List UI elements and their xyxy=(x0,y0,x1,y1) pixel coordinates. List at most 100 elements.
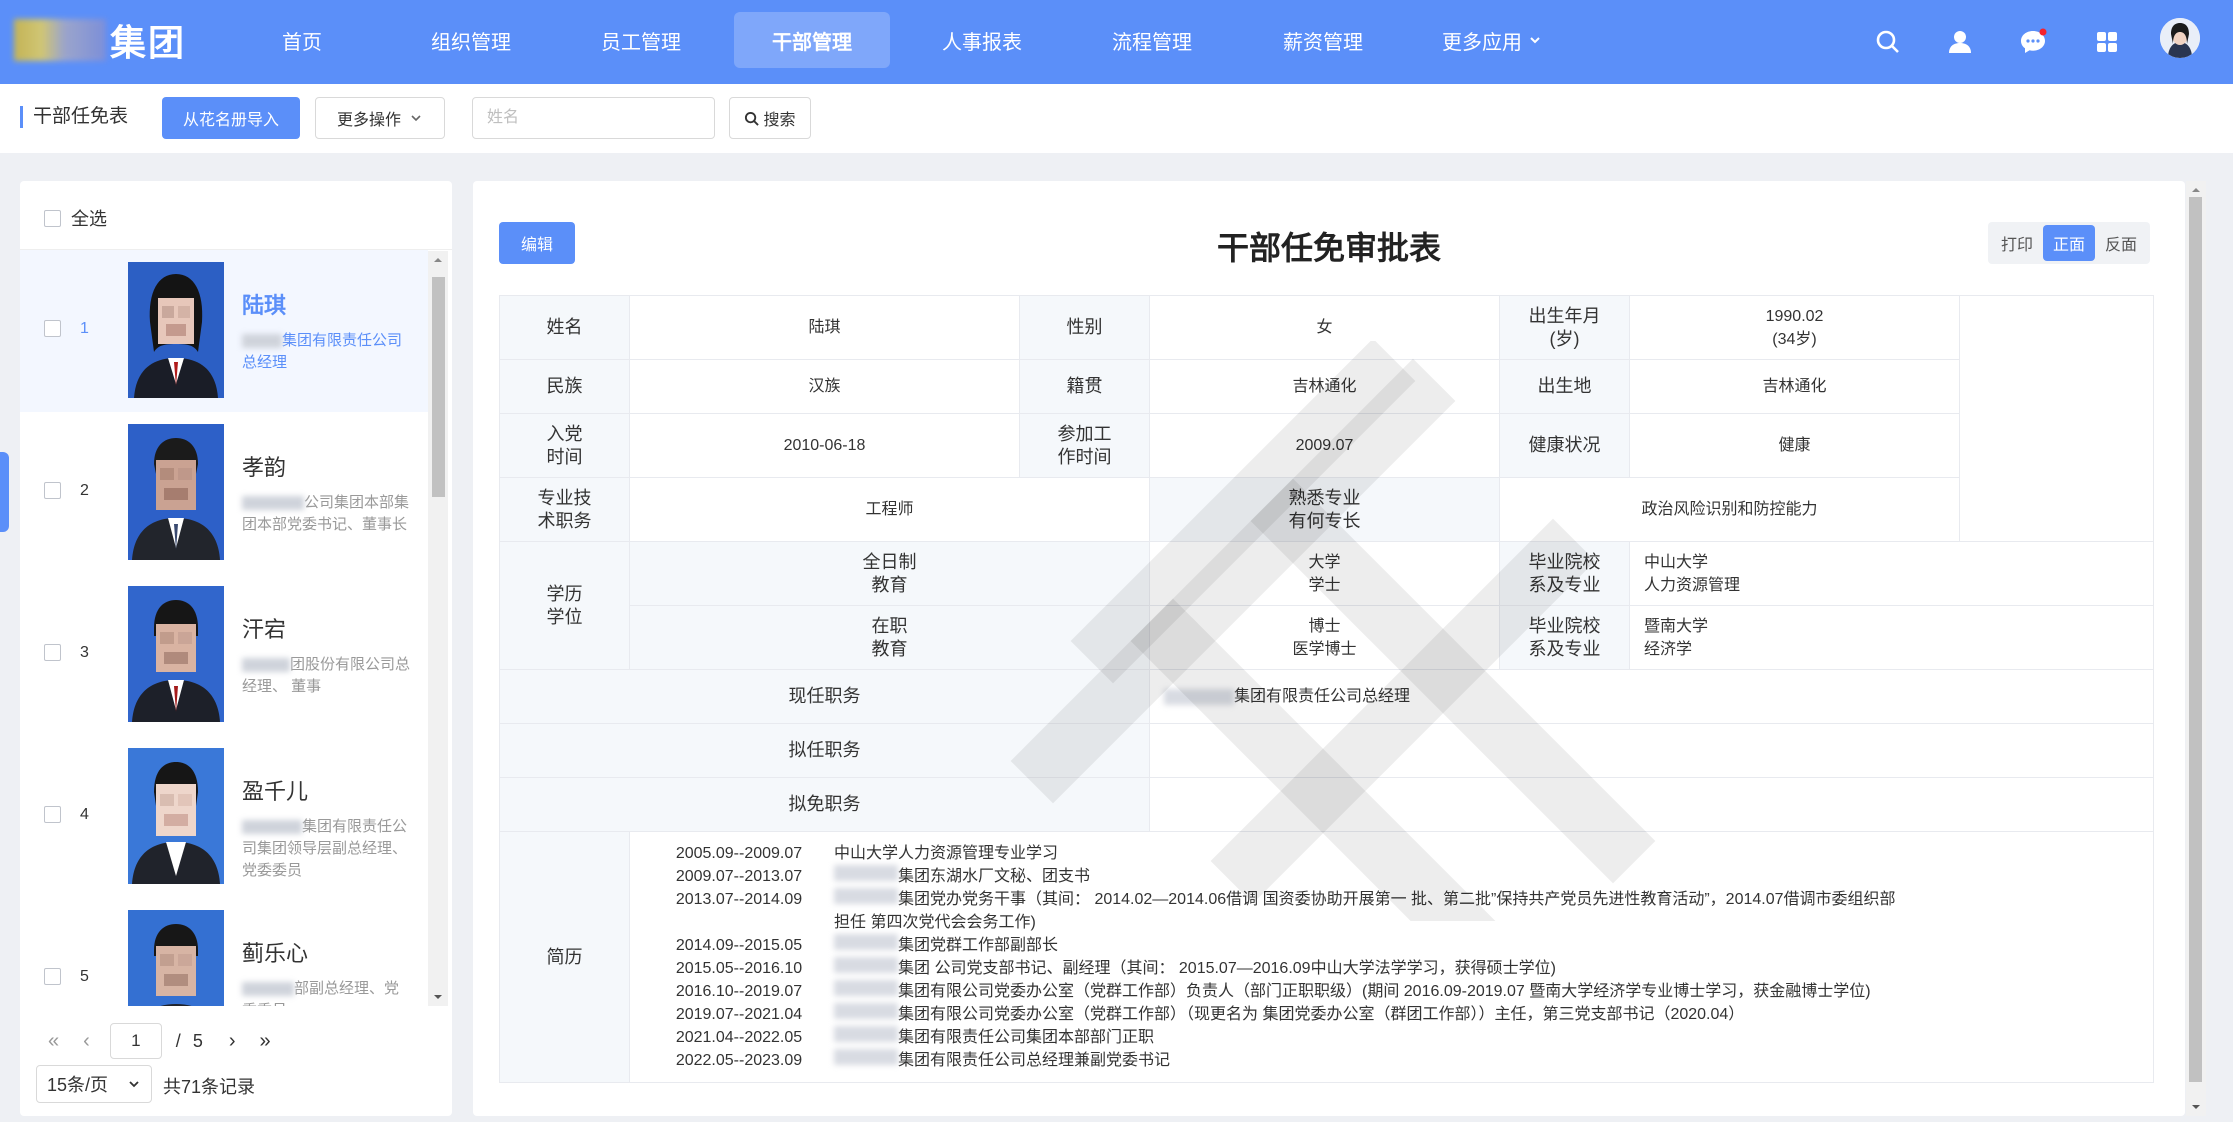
resume-entry: 2016.10--2019.07 集团有限公司党委办公室（党群工作部）负责人（部门… xyxy=(644,980,2139,1003)
resume-date xyxy=(644,911,834,934)
label-ethnic: 民族 xyxy=(499,359,630,414)
label-school-1: 毕业院校 系及专业 xyxy=(1499,541,1631,606)
value-parttime-school: 暨南大学 经济学 xyxy=(1629,605,2155,670)
resume-date: 2014.09--2015.05 xyxy=(675,937,803,954)
message-icon[interactable] xyxy=(2013,22,2053,62)
last-page-icon[interactable]: » xyxy=(260,1030,271,1053)
back-toggle[interactable]: 反面 xyxy=(2095,225,2147,261)
top-navbar: 集团 首页 组织管理 员工管理 干部管理 人事报表 流程管理 薪资管理 更多应用 xyxy=(0,0,2233,84)
resume-content: 2005.09--2009.07 中山大学人力资源管理专业学习 2009.07--… xyxy=(628,831,2155,1083)
value-fulltime-degree: 大学 学士 xyxy=(1149,541,1501,606)
resume-text: 集团有限责任公司总经理兼副党委书记 xyxy=(898,1052,1171,1069)
value-ethnic: 汉族 xyxy=(628,359,1021,414)
list-item[interactable]: 2 孝韵 公司集团本部集团本部党委书记、董事长 xyxy=(20,412,428,574)
item-checkbox[interactable] xyxy=(44,482,61,499)
scroll-up-arrow-icon[interactable] xyxy=(2186,183,2206,197)
select-all-checkbox[interactable] xyxy=(44,209,61,227)
label-parttime: 在职 教育 xyxy=(628,605,1151,670)
list-item[interactable]: 4 盈千儿 集团有限责任公司集团领导层副总经理、党委委员 xyxy=(20,736,428,898)
item-checkbox[interactable] xyxy=(44,968,61,985)
value-work: 2009.07 xyxy=(1149,413,1501,478)
value-birth: 1990.02 (34岁) xyxy=(1629,295,1961,360)
value-native: 吉林通化 xyxy=(1149,359,1501,414)
next-page-icon[interactable]: › xyxy=(229,1030,236,1053)
chevron-down-icon xyxy=(129,1081,139,1088)
resume-entry: 2019.07--2021.04 集团有限公司党委办公室（党群工作部）（现更名为 … xyxy=(644,1003,2139,1026)
nav-more-apps[interactable]: 更多应用 xyxy=(1414,12,1570,68)
import-from-roster-button[interactable]: 从花名册导入 xyxy=(162,97,300,139)
resume-entry: 2013.07--2014.09 集团党办党务干事（其间： 2014.02—201… xyxy=(644,888,2139,911)
front-toggle[interactable]: 正面 xyxy=(2043,225,2096,261)
item-desc: 团股份有限公司总经理、 董事 xyxy=(242,654,412,698)
resume-entry: 2015.05--2016.10 集团 公司党支部书记、副经理（其间： 2015.… xyxy=(644,957,2139,980)
nav-cadre[interactable]: 干部管理 xyxy=(734,12,890,68)
item-desc: 部副总经理、党委委员 xyxy=(242,978,412,1006)
scroll-down-arrow-icon[interactable] xyxy=(2186,1100,2206,1114)
main-scrollbar[interactable] xyxy=(2186,181,2206,1116)
item-name: 孝韵 xyxy=(242,455,287,480)
page-number-input[interactable] xyxy=(109,1023,162,1059)
chevron-down-icon xyxy=(411,115,421,122)
prev-page-icon[interactable]: ‹ xyxy=(83,1030,90,1053)
item-checkbox[interactable] xyxy=(44,644,61,661)
value-current-position-text: 集团有限责任公司总经理 xyxy=(1234,688,1411,705)
label-fulltime: 全日制 教育 xyxy=(628,541,1151,606)
item-checkbox[interactable] xyxy=(44,320,61,337)
resume-text: 中山大学人力资源管理专业学习 xyxy=(834,845,1059,862)
item-name: 汗宕 xyxy=(242,617,287,642)
first-page-icon[interactable]: « xyxy=(48,1030,59,1053)
resume-entry: 2022.05--2023.09 集团有限责任公司总经理兼副党委书记 xyxy=(644,1049,2139,1072)
nav-employee[interactable]: 员工管理 xyxy=(563,12,719,68)
label-specialty: 熟悉专业 有何专长 xyxy=(1149,477,1501,542)
more-actions-dropdown[interactable]: 更多操作 xyxy=(315,97,445,139)
value-proposed-removal xyxy=(1149,777,2155,832)
resume-entry: 2005.09--2009.07 中山大学人力资源管理专业学习 xyxy=(644,842,2139,865)
total-records: 共71条记录 xyxy=(163,1077,256,1097)
side-collapse-tab[interactable] xyxy=(0,452,9,532)
list-item[interactable]: 5 蓟乐心 部副总经理、党委委员 xyxy=(20,898,428,1006)
cadre-photo xyxy=(128,748,224,884)
nav-hr-report[interactable]: 人事报表 xyxy=(904,12,1060,68)
print-toggle[interactable]: 打印 xyxy=(1991,225,2043,261)
nav-org[interactable]: 组织管理 xyxy=(393,12,549,68)
item-number: 4 xyxy=(80,806,89,823)
search-icon[interactable] xyxy=(1868,22,1908,62)
nav-workflow[interactable]: 流程管理 xyxy=(1074,12,1230,68)
item-number: 1 xyxy=(80,320,89,337)
item-desc: 公司集团本部集团本部党委书记、董事长 xyxy=(242,492,412,536)
name-search-input[interactable] xyxy=(472,97,715,139)
item-checkbox[interactable] xyxy=(44,806,61,823)
scroll-down-arrow-icon[interactable] xyxy=(428,990,448,1004)
toolbar: 干部任免表 从花名册导入 更多操作 搜索 xyxy=(0,84,2233,153)
label-resume: 简历 xyxy=(499,831,630,1083)
value-fulltime-school: 中山大学 人力资源管理 xyxy=(1629,541,2155,606)
label-birth: 出生年月 (岁) xyxy=(1499,295,1631,360)
value-specialty: 政治风险识别和防控能力 xyxy=(1499,477,1961,542)
page-title: 干部任免表 xyxy=(20,106,128,128)
resume-entry: 担任 第四次党代会会务工作) xyxy=(644,911,2139,934)
label-proposed-position: 拟任职务 xyxy=(498,723,1151,778)
nav-home[interactable]: 首页 xyxy=(224,12,380,68)
resume-date: 2005.09--2009.07 xyxy=(675,845,803,862)
nav-salary[interactable]: 薪资管理 xyxy=(1245,12,1401,68)
scroll-up-arrow-icon[interactable] xyxy=(428,253,448,267)
cadre-photo xyxy=(128,910,224,1006)
select-all-label: 全选 xyxy=(71,209,107,229)
brand-logo[interactable]: 集团 xyxy=(14,18,186,63)
list-scroll-thumb[interactable] xyxy=(432,277,445,497)
user-avatar[interactable] xyxy=(2160,18,2200,58)
search-button[interactable]: 搜索 xyxy=(729,97,811,139)
list-item[interactable]: 1 陆琪 集团有限责任公司总经理 xyxy=(20,250,428,412)
resume-date: 2021.04--2022.05 xyxy=(675,1029,803,1046)
item-desc: 集团有限责任公司集团领导层副总经理、党委委员 xyxy=(242,816,412,882)
cadre-list: 1 陆琪 集团有限责任公司总经理 2 孝韵 公司集团本部集团本部党委书记、董事长… xyxy=(20,250,428,1006)
label-health: 健康状况 xyxy=(1499,413,1631,478)
apps-grid-icon[interactable] xyxy=(2087,22,2127,62)
resume-entry: 2014.09--2015.05 集团党群工作部副部长 xyxy=(644,934,2139,957)
select-all[interactable]: 全选 xyxy=(44,205,107,231)
item-desc: 集团有限责任公司总经理 xyxy=(242,330,412,374)
list-item[interactable]: 3 汗宕 团股份有限公司总经理、 董事 xyxy=(20,574,428,736)
user-icon[interactable] xyxy=(1940,22,1980,62)
page-size-select[interactable]: 15条/页 xyxy=(36,1065,152,1103)
main-scroll-thumb[interactable] xyxy=(2189,197,2202,1082)
